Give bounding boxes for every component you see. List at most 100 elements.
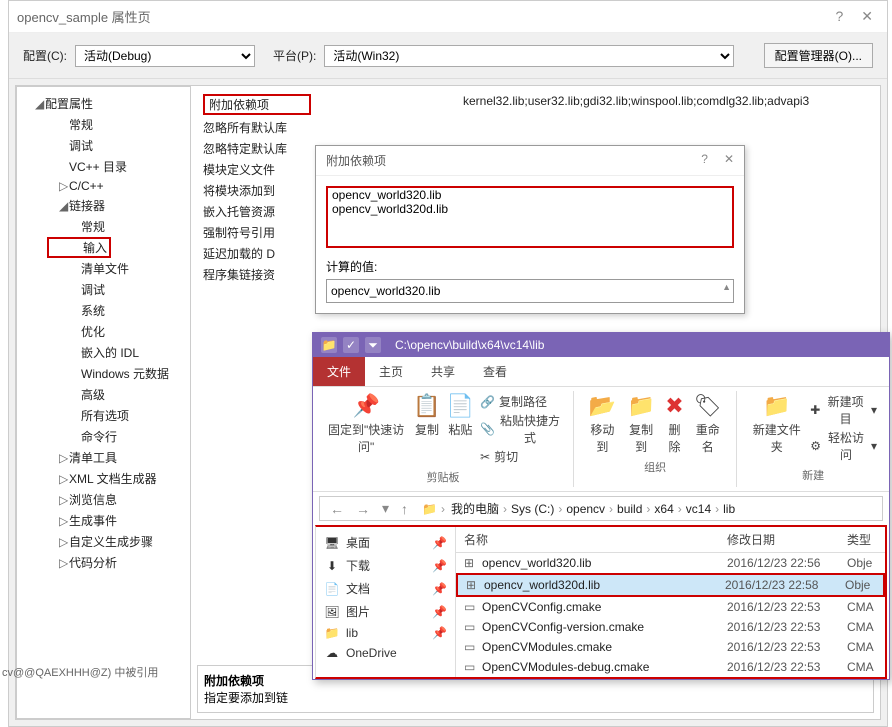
sidebar-item[interactable]: ⬇下载📌 <box>322 554 449 577</box>
sidebar-item[interactable]: 🖥桌面📌 <box>322 531 449 554</box>
tree-item[interactable]: ▷C/C++ <box>47 177 186 195</box>
file-list-header[interactable]: 名称 修改日期 类型 <box>456 527 885 553</box>
nav-back-icon[interactable]: ← <box>326 501 348 517</box>
breadcrumb-crumbs: 我的电脑›Sys (C:)›opencv›build›x64›vc14›lib <box>449 500 737 517</box>
dialog-help-icon[interactable]: ? <box>701 152 708 169</box>
ribbon: 📌固定到"快速访问" 📋复制 📄粘贴 🔗复制路径 📎粘贴快捷方式 ✂剪切 剪贴板… <box>313 387 889 492</box>
tree-item[interactable]: 清单文件 <box>47 258 186 279</box>
explorer-sidebar: 🖥桌面📌⬇下载📌📄文档📌🖼图片📌📁lib📌☁OneDrive <box>316 527 456 677</box>
nav-forward-icon[interactable]: → <box>352 501 374 517</box>
explorer-menu: 文件主页共享查看 <box>313 357 889 387</box>
tree-item[interactable]: ▷自定义生成步骤 <box>47 531 186 552</box>
overflow-icon[interactable]: ⏷ <box>365 337 381 353</box>
breadcrumb-crumb[interactable]: build <box>615 502 644 516</box>
folder-icon[interactable]: 📁 <box>321 337 337 353</box>
easy-access-button[interactable]: ⚙轻松访问 ▾ <box>810 429 877 463</box>
config-label: 配置(C): <box>23 47 67 64</box>
file-row[interactable]: ▭OpenCVConfig-version.cmake2016/12/23 22… <box>456 617 885 637</box>
file-row[interactable]: ▭OpenCVModules-debug.cmake2016/12/23 22:… <box>456 657 885 677</box>
cut-button[interactable]: ✂剪切 <box>480 448 518 465</box>
property-row[interactable]: 忽略所有默认库 <box>197 117 874 138</box>
menu-item-文件[interactable]: 文件 <box>313 357 365 386</box>
sidebar-item[interactable]: 📄文档📌 <box>322 577 449 600</box>
status-text: cv@@QAEXHHH@Z) 中被引用 <box>2 664 158 680</box>
pin-button[interactable]: 📌固定到"快速访问" <box>325 393 407 455</box>
tree-item[interactable]: Windows 元数据 <box>47 363 186 384</box>
copy-button[interactable]: 📋复制 <box>413 393 440 438</box>
nav-up-icon[interactable]: ↑ <box>397 501 412 517</box>
sidebar-item[interactable]: 🖼图片📌 <box>322 600 449 623</box>
moveto-button[interactable]: 📂移动到 <box>586 393 619 455</box>
breadcrumb-crumb[interactable]: Sys (C:) <box>509 502 556 516</box>
tree-item[interactable]: 所有选项 <box>47 405 186 426</box>
folder-icon: 📁 <box>422 502 437 516</box>
additional-deps-dialog: 附加依赖项 ? ✕ opencv_world320.lib opencv_wor… <box>315 145 745 314</box>
explorer-path: C:\opencv\build\x64\vc14\lib <box>395 338 544 352</box>
tree-item[interactable]: ▷生成事件 <box>47 510 186 531</box>
ribbon-group-organize: 📂移动到 📁复制到 ✖删除 🏷重命名 组织 <box>574 391 737 487</box>
platform-select[interactable]: 活动(Win32) <box>324 45 734 67</box>
new-folder-button[interactable]: 📁新建文件夹 <box>749 393 804 455</box>
dialog-title-bar: 附加依赖项 ? ✕ <box>316 146 744 176</box>
file-row[interactable]: ▭OpenCVConfig.cmake2016/12/23 22:53CMA <box>456 597 885 617</box>
tree-item[interactable]: ▷清单工具 <box>47 447 186 468</box>
copyto-button[interactable]: 📁复制到 <box>625 393 658 455</box>
tree-item[interactable]: 命令行 <box>47 426 186 447</box>
tree-item[interactable]: ▷XML 文档生成器 <box>47 468 186 489</box>
tree-item[interactable]: 优化 <box>47 321 186 342</box>
deps-textbox[interactable]: opencv_world320.lib opencv_world320d.lib <box>326 186 734 248</box>
menu-item-主页[interactable]: 主页 <box>365 357 417 386</box>
breadcrumb-crumb[interactable]: lib <box>721 502 737 516</box>
breadcrumb-crumb[interactable]: 我的电脑 <box>449 500 501 517</box>
sidebar-item[interactable]: ☁OneDrive <box>322 643 449 663</box>
tree-item-selected[interactable]: 输入 <box>47 237 111 258</box>
breadcrumb-bar: ← → ▾ ↑ 📁 › 我的电脑›Sys (C:)›opencv›build›x… <box>319 496 883 521</box>
ribbon-group-clipboard: 📌固定到"快速访问" 📋复制 📄粘贴 🔗复制路径 📎粘贴快捷方式 ✂剪切 剪贴板 <box>313 391 574 487</box>
dialog-title: 附加依赖项 <box>326 152 386 169</box>
tree-item[interactable]: 高级 <box>47 384 186 405</box>
copy-path-button[interactable]: 🔗复制路径 <box>480 393 547 410</box>
tree-item[interactable]: 调试 <box>47 279 186 300</box>
tree-item[interactable]: 常规 <box>47 216 186 237</box>
tree-root[interactable]: ◢配置属性 <box>35 93 186 114</box>
file-row[interactable]: ⊞opencv_world320.lib2016/12/23 22:56Obje <box>456 553 885 573</box>
config-tree[interactable]: ◢配置属性 常规调试VC++ 目录▷C/C++◢链接器常规输入清单文件调试系统优… <box>16 86 191 719</box>
tree-item[interactable]: ▷浏览信息 <box>47 489 186 510</box>
tree-item[interactable]: 调试 <box>47 135 186 156</box>
paste-button[interactable]: 📄粘贴 <box>447 393 474 438</box>
paste-shortcut-button[interactable]: 📎粘贴快捷方式 <box>480 412 561 446</box>
file-row[interactable]: ⊞opencv_world320d.lib2016/12/23 22:58Obj… <box>456 573 885 597</box>
window-title: opencv_sample 属性页 <box>17 7 151 26</box>
dialog-close-icon[interactable]: ✕ <box>724 152 734 169</box>
breadcrumb-crumb[interactable]: vc14 <box>684 502 713 516</box>
calculated-label: 计算的值: <box>326 258 734 275</box>
tree-item[interactable]: ▷代码分析 <box>47 552 186 573</box>
desc-text: 指定要添加到链 <box>204 689 867 706</box>
new-item-button[interactable]: ✚新建项目 ▾ <box>810 393 877 427</box>
checked-folder-icon[interactable]: ✓ <box>343 337 359 353</box>
close-icon[interactable]: ✕ <box>861 8 873 25</box>
breadcrumb-crumb[interactable]: x64 <box>652 502 675 516</box>
rename-button[interactable]: 🏷重命名 <box>691 393 724 455</box>
file-row[interactable]: ▭OpenCVModules.cmake2016/12/23 22:53CMA <box>456 637 885 657</box>
ribbon-group-new: 📁新建文件夹 ✚新建项目 ▾ ⚙轻松访问 ▾ 新建 <box>737 391 889 487</box>
tree-item[interactable]: 常规 <box>47 114 186 135</box>
tree-item[interactable]: 系统 <box>47 300 186 321</box>
tree-item[interactable]: ◢链接器 <box>47 195 186 216</box>
breadcrumb-crumb[interactable]: opencv <box>564 502 607 516</box>
help-icon[interactable]: ? <box>835 8 843 25</box>
explorer-title-bar[interactable]: 📁 ✓ ⏷ C:\opencv\build\x64\vc14\lib <box>313 333 889 357</box>
tree-item[interactable]: VC++ 目录 <box>47 156 186 177</box>
delete-button[interactable]: ✖删除 <box>664 393 686 455</box>
tree-item[interactable]: 嵌入的 IDL <box>47 342 186 363</box>
menu-item-查看[interactable]: 查看 <box>469 357 521 386</box>
config-select[interactable]: 活动(Debug) <box>75 45 255 67</box>
window-controls: ? ✕ <box>835 8 879 25</box>
menu-item-共享[interactable]: 共享 <box>417 357 469 386</box>
scroll-up-icon[interactable]: ▲ <box>722 282 731 292</box>
config-row: 配置(C): 活动(Debug) 平台(P): 活动(Win32) 配置管理器(… <box>9 33 887 79</box>
sidebar-item[interactable]: 📁lib📌 <box>322 623 449 643</box>
config-manager-button[interactable]: 配置管理器(O)... <box>764 43 873 68</box>
nav-recent-icon[interactable]: ▾ <box>378 500 393 517</box>
property-row[interactable]: 附加依赖项kernel32.lib;user32.lib;gdi32.lib;w… <box>197 92 874 117</box>
